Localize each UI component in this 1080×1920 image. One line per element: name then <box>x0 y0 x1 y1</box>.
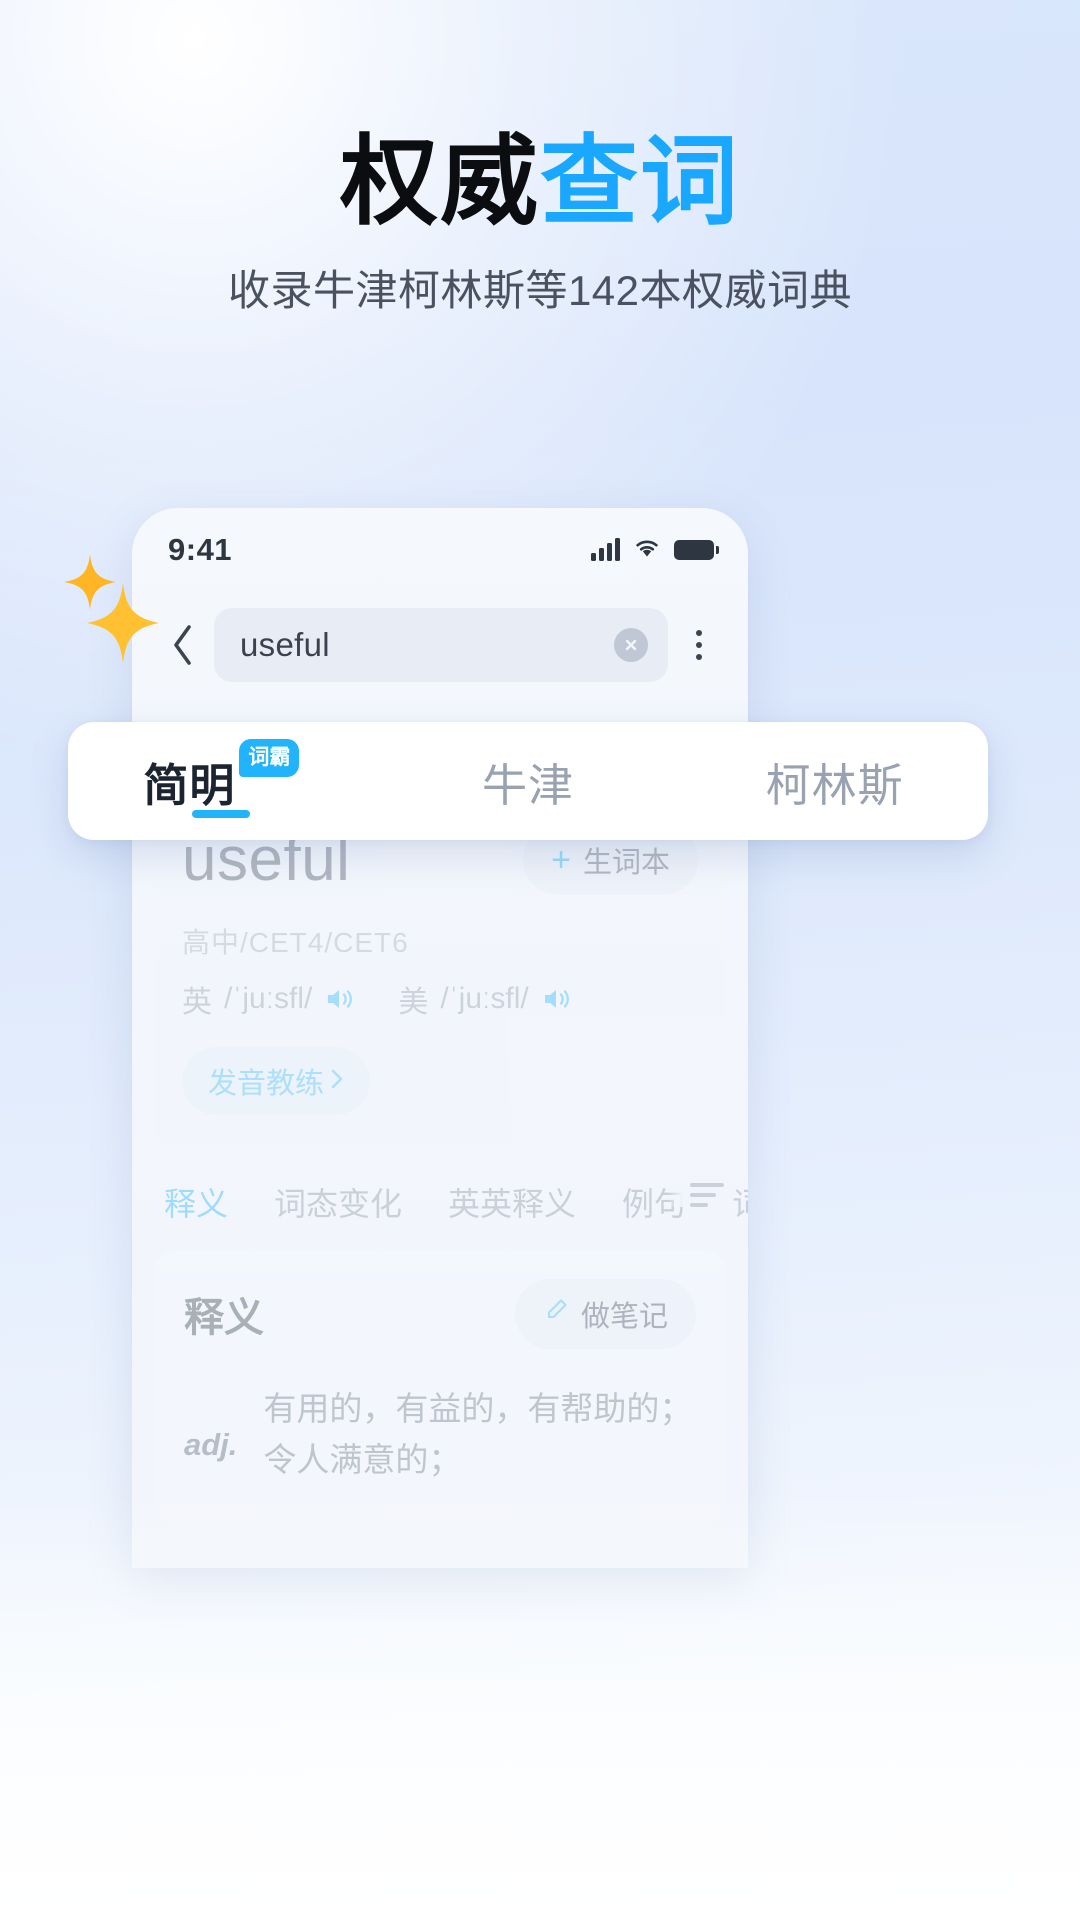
hero-section: 权威查词 收录牛津柯林斯等142本权威词典 <box>0 131 1080 319</box>
pronunciation-coach-button[interactable]: 发音教练 <box>182 1047 371 1115</box>
definition-title: 释义 <box>184 1296 264 1340</box>
clear-circle-icon[interactable] <box>614 628 648 662</box>
pronunciation-us-ipa: /ˈjuːsfl/ <box>440 982 529 1015</box>
make-note-button[interactable]: 做笔记 <box>514 1279 696 1349</box>
back-button[interactable] <box>156 618 210 672</box>
make-note-label: 做笔记 <box>580 1301 668 1333</box>
dictionary-tab-collins-label: 柯林斯 <box>765 759 904 811</box>
section-tab-en-en[interactable]: 英英释义 <box>448 1179 576 1225</box>
section-tab-definition[interactable]: 释义 <box>164 1179 228 1225</box>
pencil-icon <box>543 1297 569 1331</box>
definition-text: 有用的，有益的，有帮助的；令人满意的； <box>263 1390 693 1479</box>
page-background: 权威查词 收录牛津柯林斯等142本权威词典 9:41 useful useful… <box>0 0 1080 1920</box>
definition-header: 释义 做笔记 <box>184 1279 696 1349</box>
pronunciation-coach-label: 发音教练 <box>208 1068 325 1100</box>
definition-entry: adj. 有用的，有益的，有帮助的；令人满意的； <box>184 1383 696 1485</box>
status-time: 9:41 <box>168 532 233 567</box>
dictionary-tab-jianming[interactable]: 简明 词霸 <box>68 722 375 840</box>
signal-bars-icon <box>591 538 620 561</box>
pronunciation-uk-region: 英 <box>182 986 212 1019</box>
section-tabs: 释义 词态变化 英英释义 例句 词组 <box>132 1149 748 1229</box>
dictionary-tab-jianming-label: 简明 <box>143 759 236 811</box>
dictionary-tab-badge: 词霸 <box>239 738 300 777</box>
word-tags: 高中/CET4/CET6 <box>182 927 409 958</box>
pronunciation-uk-ipa: /ˈjuːsfl/ <box>224 982 313 1015</box>
plus-icon: + <box>551 840 571 879</box>
section-tab-inflection[interactable]: 词态变化 <box>274 1179 402 1225</box>
active-tab-indicator <box>192 810 251 818</box>
speaker-icon[interactable] <box>541 985 571 1013</box>
sparkle-icon <box>62 552 118 612</box>
wifi-icon <box>633 537 661 564</box>
page-title-accent: 查词 <box>540 126 741 236</box>
status-bar: 9:41 <box>132 508 748 592</box>
pronunciation-row: 英 /ˈjuːsfl/ 美 /ˈjuːsfl/ <box>182 977 698 1021</box>
part-of-speech: adj. <box>184 1427 238 1462</box>
sort-lines-icon[interactable] <box>668 1183 724 1207</box>
speaker-icon[interactable] <box>324 985 354 1013</box>
phone-mockup: 9:41 useful useful + 生词本 高中/CET4/CET6 英 … <box>132 508 748 1568</box>
pronunciation-us-region: 美 <box>398 986 429 1019</box>
chevron-right-icon <box>330 1065 344 1098</box>
definition-card: 释义 做笔记 adj. 有用的，有益的，有帮助的；令人满意的； <box>154 1251 726 1522</box>
search-input[interactable]: useful <box>214 608 668 682</box>
search-bar: useful <box>132 592 748 688</box>
chevron-left-icon <box>174 625 191 665</box>
section-tab-phrases[interactable]: 词组 <box>732 1179 748 1225</box>
dictionary-tab-oxford-label: 牛津 <box>482 759 575 811</box>
pronunciation-uk[interactable]: 英 /ˈjuːsfl/ <box>182 977 354 1021</box>
battery-icon <box>674 540 719 560</box>
search-input-value: useful <box>240 626 330 663</box>
page-subtitle: 收录牛津柯林斯等142本权威词典 <box>227 266 853 314</box>
more-vertical-icon[interactable] <box>672 615 726 675</box>
pronunciation-us[interactable]: 美 /ˈjuːsfl/ <box>398 977 570 1021</box>
dictionary-tabs: 简明 词霸 牛津 柯林斯 <box>68 722 988 840</box>
status-icons <box>591 537 719 564</box>
dictionary-tab-collins[interactable]: 柯林斯 <box>681 722 988 840</box>
word-header-card: useful + 生词本 高中/CET4/CET6 英 /ˈjuːsfl/ 美 … <box>154 798 726 1149</box>
page-title: 权威查词 <box>0 131 1080 232</box>
add-vocab-label: 生词本 <box>582 846 670 879</box>
dictionary-tab-oxford[interactable]: 牛津 <box>375 722 682 840</box>
page-title-black: 权威 <box>339 126 540 236</box>
